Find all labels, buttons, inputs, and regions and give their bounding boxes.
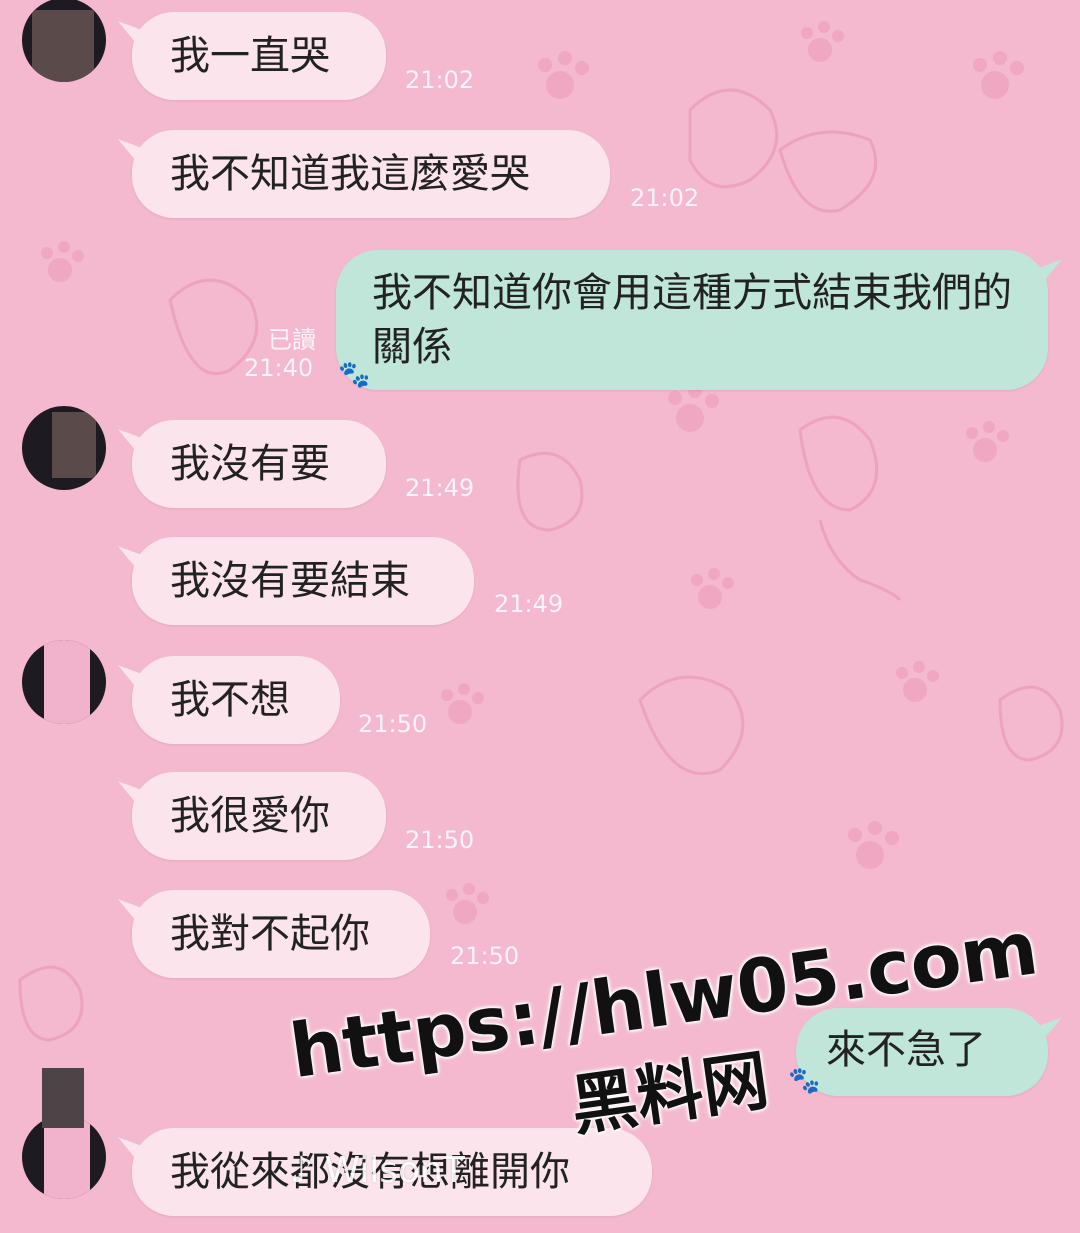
tiktok-watermark: ♪ WilsonT — [290, 1150, 465, 1191]
message-text: 我對不起你 — [170, 911, 370, 957]
message-time: 21:50 — [358, 710, 428, 738]
message-time: 21:49 — [494, 590, 564, 618]
contact-avatar[interactable] — [22, 406, 106, 490]
message-bubble-incoming[interactable]: 我不想 — [132, 656, 340, 744]
message-time: 21:50 — [450, 942, 520, 970]
read-receipt: 已讀 — [268, 326, 316, 354]
paw-icon: 🐾 — [338, 360, 371, 390]
message-text: 我不想 — [170, 677, 290, 723]
message-text: 來不急了 — [826, 1027, 986, 1073]
message-time: 21:49 — [405, 474, 475, 502]
tiktok-icon: ♪ — [290, 1150, 313, 1191]
avatar-censor-block — [42, 1068, 84, 1128]
message-text: 我一直哭 — [170, 33, 330, 79]
tiktok-handle: WilsonT — [324, 1150, 465, 1191]
message-time: 21:50 — [405, 826, 475, 854]
message-time: 21:40 — [244, 354, 314, 382]
message-time: 21:02 — [630, 184, 700, 212]
contact-avatar[interactable] — [22, 0, 106, 82]
message-bubble-outgoing[interactable]: 我不知道你會用這種方式結束我們的關係 — [336, 250, 1048, 390]
message-text: 我很愛你 — [170, 793, 330, 839]
message-bubble-incoming[interactable]: 我不知道我這麼愛哭 — [132, 130, 610, 218]
message-bubble-incoming[interactable]: 我很愛你 — [132, 772, 386, 860]
paw-icon: 🐾 — [788, 1066, 821, 1096]
message-text: 我不知道我這麼愛哭 — [170, 151, 530, 197]
message-bubble-incoming[interactable]: 我沒有要 — [132, 420, 386, 508]
message-time: 21:02 — [405, 66, 475, 94]
message-text: 我沒有要 — [170, 441, 330, 487]
contact-avatar[interactable] — [22, 640, 106, 724]
message-bubble-outgoing[interactable]: 來不急了 — [796, 1008, 1048, 1096]
chat-view: 我一直哭 21:02 我不知道我這麼愛哭 21:02 我不知道你會用這種方式結束… — [0, 0, 1080, 1233]
message-bubble-incoming[interactable]: 我對不起你 — [132, 890, 430, 978]
message-bubble-incoming[interactable]: 我一直哭 — [132, 12, 386, 100]
message-text: 我不知道你會用這種方式結束我們的關係 — [372, 270, 1012, 370]
message-text: 我沒有要結束 — [170, 558, 410, 604]
message-bubble-incoming[interactable]: 我沒有要結束 — [132, 537, 474, 625]
